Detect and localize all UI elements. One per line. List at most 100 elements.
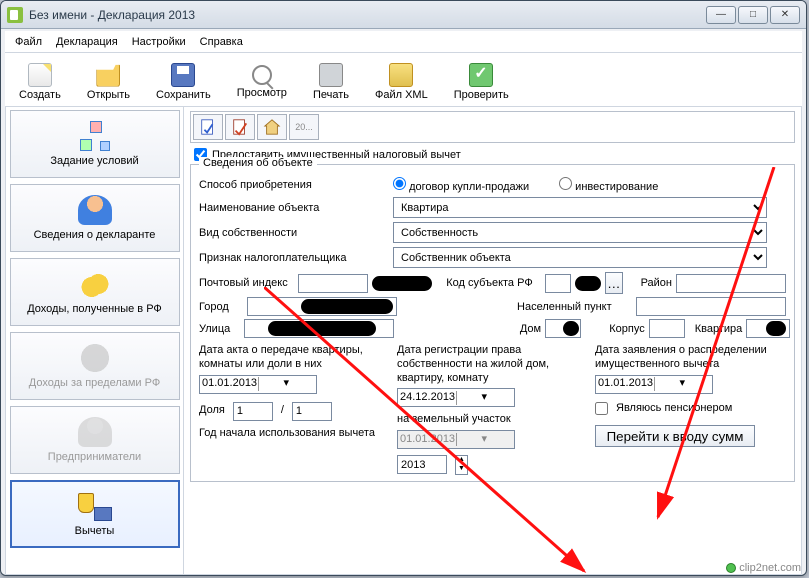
person-icon (78, 195, 112, 225)
object-name-label: Наименование объекта (199, 202, 387, 214)
sidebar-item-conditions[interactable]: Задание условий (10, 110, 180, 178)
year-down-button[interactable]: ▼ (456, 465, 467, 474)
coins-icon (78, 269, 112, 299)
tab-standard[interactable] (193, 114, 223, 140)
flat-label: Квартира (695, 323, 743, 335)
region-code-input[interactable] (545, 274, 571, 293)
printer-icon (319, 63, 343, 87)
share-denominator-input[interactable] (292, 402, 332, 421)
date-reg-label: Дата регистрации права собственности на … (397, 344, 581, 385)
date-app-input[interactable]: 01.01.2013▾ (595, 375, 713, 394)
district-label: Район (641, 277, 672, 289)
create-button[interactable]: Создать (19, 63, 61, 101)
house-label: Дом (520, 323, 541, 335)
sidebar-item-income-rf[interactable]: Доходы, полученные в РФ (10, 258, 180, 326)
deduction-icon (78, 491, 112, 521)
redaction (301, 299, 393, 314)
menu-declaration[interactable]: Декларация (56, 36, 118, 48)
magnifier-icon (252, 65, 272, 85)
deduction-tabs: 20... (190, 111, 795, 143)
check-icon (469, 63, 493, 87)
window-title: Без имени - Декларация 2013 (29, 8, 706, 22)
app-icon (7, 7, 23, 23)
clip2net-icon (726, 563, 736, 573)
sidebar-item-income-abroad[interactable]: Доходы за пределами РФ (10, 332, 180, 400)
watermark: clip2net.com (726, 562, 801, 574)
ownership-label: Вид собственности (199, 227, 387, 239)
region-code-label: Код субъекта РФ (446, 277, 541, 289)
tab-losses[interactable]: 20... (289, 114, 319, 140)
date-reg-input[interactable]: 24.12.2013▾ (397, 388, 515, 407)
close-button[interactable]: ✕ (770, 6, 800, 24)
save-button[interactable]: Сохранить (156, 63, 211, 101)
menu-help[interactable]: Справка (200, 36, 243, 48)
year-start-label: Год начала использования вычета (199, 427, 383, 441)
moneybag-icon (78, 343, 112, 373)
open-icon (96, 63, 120, 87)
main-panel: 20... Предоставить имущественный налогов… (184, 107, 801, 574)
menu-settings[interactable]: Настройки (132, 36, 186, 48)
redaction (563, 321, 579, 336)
minimize-button[interactable]: ― (706, 6, 736, 24)
ownership-select[interactable]: Собственность (393, 222, 767, 243)
tab-property[interactable] (257, 114, 287, 140)
check-button[interactable]: Проверить (454, 63, 509, 101)
dropdown-icon[interactable]: ▾ (258, 377, 315, 391)
toolbar: Создать Открыть Сохранить Просмотр Печат… (5, 53, 802, 107)
date-act-input[interactable]: 01.01.2013▾ (199, 375, 317, 394)
goto-sums-button[interactable]: Перейти к вводу сумм (595, 425, 755, 447)
titlebar: Без имени - Декларация 2013 ― □ ✕ (1, 1, 806, 29)
city-label: Город (199, 301, 243, 313)
share-numerator-input[interactable] (233, 402, 273, 421)
acquisition-label: Способ приобретения (199, 179, 387, 191)
maximize-button[interactable]: □ (738, 6, 768, 24)
dropdown-icon[interactable]: ▾ (456, 433, 513, 447)
locality-label: Населенный пункт (517, 301, 632, 313)
redaction (575, 276, 601, 291)
xml-button[interactable]: Файл XML (375, 63, 428, 101)
zip-input[interactable] (298, 274, 368, 293)
share-label: Доля (199, 404, 225, 418)
pensioner-checkbox[interactable]: Являюсь пенсионером (595, 402, 779, 416)
building-label: Корпус (609, 323, 644, 335)
businessperson-icon (78, 417, 112, 447)
street-label: Улица (199, 323, 240, 335)
date-app-label: Дата заявления о распределении имуществе… (595, 344, 779, 372)
open-button[interactable]: Открыть (87, 63, 130, 101)
group-title: Сведения об объекте (199, 157, 317, 169)
redaction (372, 276, 432, 291)
taxpayer-label: Признак налогоплательщика (199, 252, 387, 264)
year-start-input[interactable] (397, 455, 447, 474)
radio-purchase[interactable]: договор купли-продажи (393, 177, 529, 193)
new-icon (28, 63, 52, 87)
date-land-label: на земельный участок (397, 413, 581, 427)
menubar: Файл Декларация Настройки Справка (5, 31, 802, 53)
tree-icon (78, 121, 112, 151)
year-up-button[interactable]: ▲ (456, 456, 467, 465)
tab-social[interactable] (225, 114, 255, 140)
region-lookup-button[interactable]: … (605, 272, 623, 294)
redaction (766, 321, 786, 336)
dropdown-icon[interactable]: ▾ (456, 391, 513, 405)
sidebar-item-declarant[interactable]: Сведения о декларанте (10, 184, 180, 252)
district-input[interactable] (676, 274, 786, 293)
xml-icon (389, 63, 413, 87)
radio-investment[interactable]: инвестирование (559, 177, 658, 193)
object-info-group: Сведения об объекте Способ приобретения … (190, 164, 795, 482)
sidebar: Задание условий Сведения о декларанте До… (6, 107, 184, 574)
zip-label: Почтовый индекс (199, 277, 294, 289)
save-icon (171, 63, 195, 87)
date-act-label: Дата акта о передаче квартиры, комнаты и… (199, 344, 383, 372)
building-input[interactable] (649, 319, 685, 338)
preview-button[interactable]: Просмотр (237, 65, 287, 99)
print-button[interactable]: Печать (313, 63, 349, 101)
menu-file[interactable]: Файл (15, 36, 42, 48)
sidebar-item-entrepreneur[interactable]: Предприниматели (10, 406, 180, 474)
redaction (268, 321, 376, 336)
locality-input[interactable] (636, 297, 786, 316)
date-land-input[interactable]: 01.01.2013▾ (397, 430, 515, 449)
taxpayer-select[interactable]: Собственник объекта (393, 247, 767, 268)
dropdown-icon[interactable]: ▾ (654, 377, 711, 391)
object-name-select[interactable]: Квартира (393, 197, 767, 218)
sidebar-item-deductions[interactable]: Вычеты (10, 480, 180, 548)
